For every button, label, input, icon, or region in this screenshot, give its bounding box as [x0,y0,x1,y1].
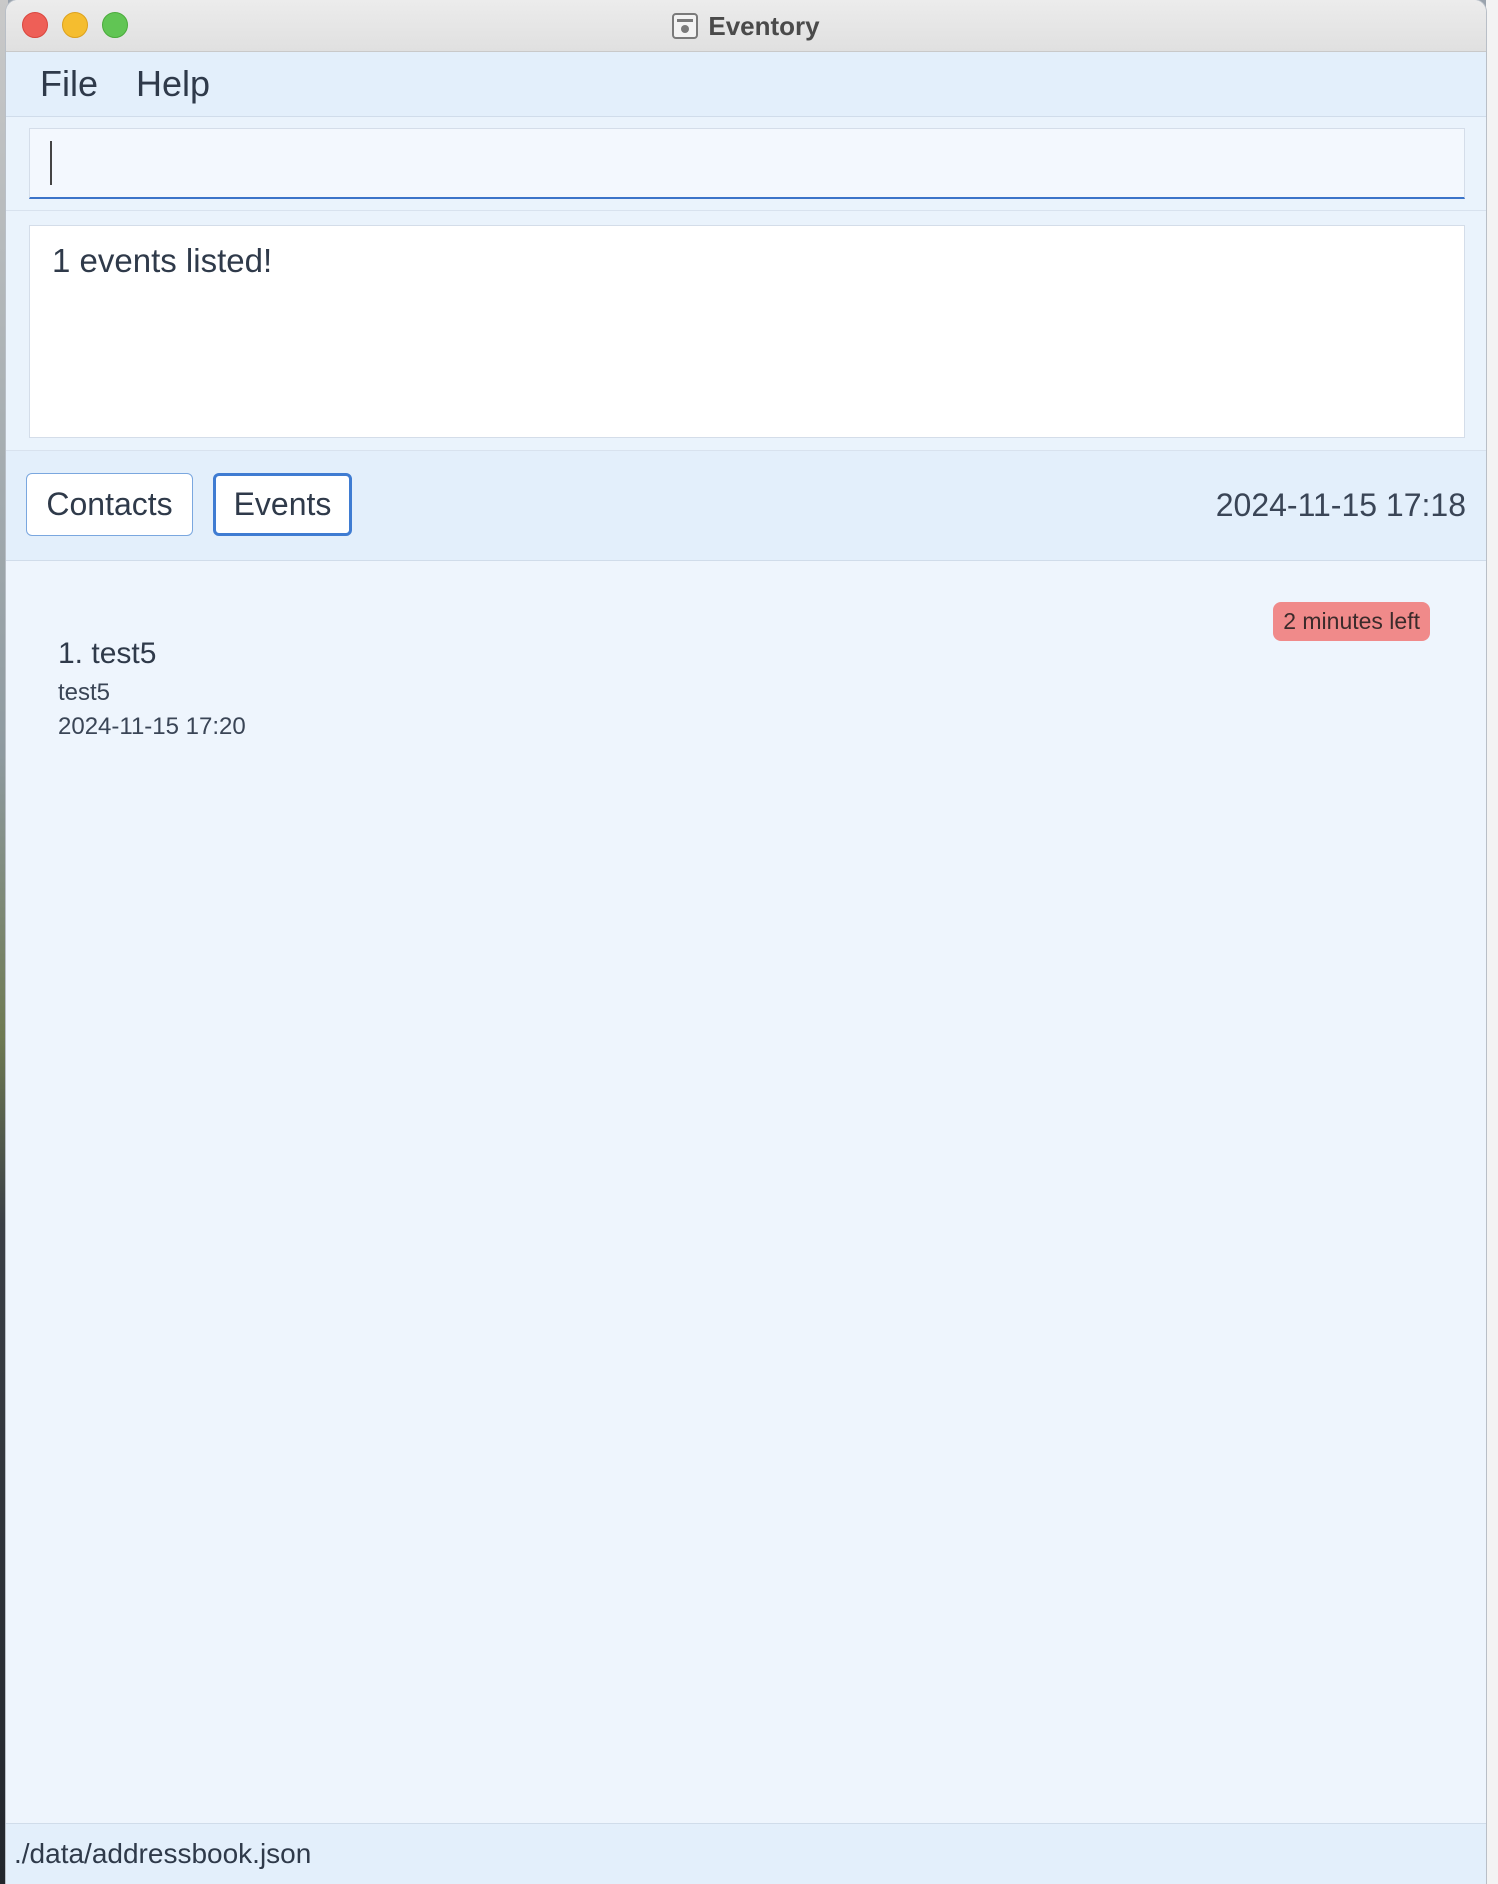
text-caret [50,141,52,185]
window-title: Eventory [708,10,820,41]
contacts-tab-button[interactable]: Contacts [26,473,193,536]
current-time: 2024-11-15 17:18 [1215,487,1466,523]
result-display-panel: 1 events listed! [6,211,1486,451]
menu-file[interactable]: File [40,63,98,105]
status-bar: ./data/addressbook.json [6,1823,1486,1884]
menu-help[interactable]: Help [136,63,210,105]
time-left-badge: 2 minutes left [1273,602,1430,641]
command-input[interactable] [29,128,1465,199]
event-datetime: 2024-11-15 17:20 [58,713,246,740]
file-path-label: ./data/addressbook.json [14,1838,312,1869]
calendar-contact-icon [672,13,699,39]
command-box-panel [6,117,1486,211]
event-card[interactable]: 2 minutes left 1. test5 test5 2024-11-15… [36,591,1456,741]
event-description: test5 [58,679,111,706]
title-bar: Eventory [6,0,1486,52]
menu-bar: File Help [6,52,1486,117]
background-window [1486,0,1498,1884]
event-title: 1. test5 [58,637,157,670]
app-window: Eventory File Help 1 events listed! Cont… [6,0,1486,1884]
event-list: 2 minutes left 1. test5 test5 2024-11-15… [6,561,1486,1823]
view-toggle-bar: Contacts Events 2024-11-15 17:18 [6,451,1486,561]
events-tab-button[interactable]: Events [213,473,352,536]
window-title-group: Eventory [6,0,1486,52]
result-message: 1 events listed! [52,242,273,279]
result-display[interactable]: 1 events listed! [29,225,1465,438]
